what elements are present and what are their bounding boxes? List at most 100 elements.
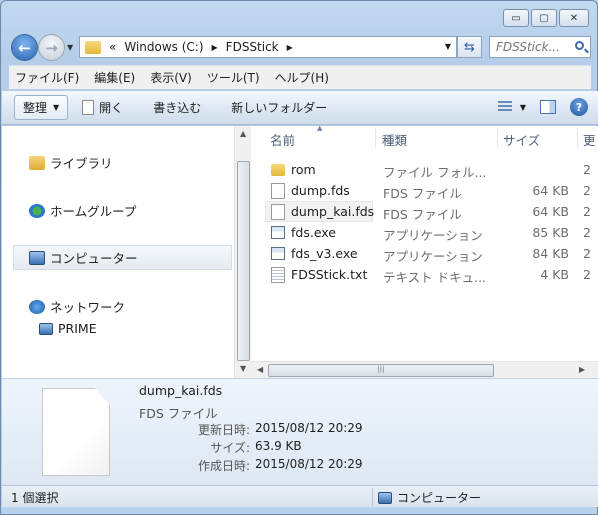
breadcrumb-chevron-icon[interactable]: ▶ — [212, 43, 218, 52]
details-pane: dump_kai.fds FDS ファイル 更新日時: 2015/08/12 2… — [2, 378, 598, 485]
file-date: 2 — [583, 246, 591, 261]
file-date: 2 — [583, 204, 591, 219]
detail-modified-label: 更新日時: — [197, 423, 250, 437]
views-icon — [497, 101, 512, 113]
table-row[interactable]: fds.exe アプリケーション 85 KB 2 — [265, 222, 598, 243]
breadcrumb-chevron-icon[interactable]: ▶ — [287, 43, 293, 52]
forward-button[interactable]: → — [38, 34, 65, 61]
scroll-up-icon[interactable]: ▲ — [240, 129, 246, 138]
nav-item-network[interactable]: ネットワーク — [29, 297, 125, 316]
scroll-thumb[interactable]: ||| — [268, 364, 494, 377]
scroll-down-icon[interactable]: ▼ — [240, 364, 246, 373]
search-input[interactable] — [496, 40, 572, 54]
back-button[interactable]: ← — [11, 34, 38, 61]
nav-label: ネットワーク — [50, 300, 126, 315]
library-icon — [29, 155, 45, 170]
breadcrumb-folder[interactable]: FDSStick — [226, 40, 279, 54]
file-name: FDSStick.txt — [291, 267, 368, 282]
file-name: dump_kai.fds — [291, 204, 375, 219]
document-icon — [82, 100, 95, 115]
folder-icon — [271, 164, 285, 176]
refresh-button[interactable]: ⇆ — [457, 36, 482, 58]
column-divider[interactable] — [577, 128, 578, 148]
column-header-name[interactable]: 名前 — [270, 126, 295, 152]
organize-button[interactable]: 整理 ▼ — [14, 95, 69, 120]
network-icon — [29, 299, 45, 314]
file-name: rom — [291, 162, 316, 177]
menu-view[interactable]: 表示(V) — [150, 69, 192, 86]
table-row[interactable]: dump_kai.fds FDS ファイル 64 KB 2 — [265, 201, 598, 222]
column-header-type[interactable]: 種類 — [382, 126, 407, 152]
scroll-right-icon[interactable]: ▶ — [579, 365, 585, 374]
computer-icon — [39, 322, 53, 335]
open-button[interactable]: 開く — [82, 99, 123, 116]
menu-bar: ファイル(F) 編集(E) 表示(V) ツール(T) ヘルプ(H) — [9, 65, 591, 89]
search-icon — [575, 41, 584, 50]
nav-label: ライブラリ — [50, 156, 113, 171]
back-arrow-icon: ← — [18, 38, 31, 57]
address-bar[interactable]: « Windows (C:) ▶ FDSStick ▶ ▼ — [79, 36, 457, 58]
text-file-icon — [271, 267, 285, 283]
breadcrumb-overflow[interactable]: « — [109, 40, 116, 54]
search-box[interactable] — [489, 36, 591, 58]
breadcrumb-drive[interactable]: Windows (C:) — [124, 40, 203, 54]
nav-label: コンピューター — [50, 251, 138, 266]
help-icon[interactable]: ? — [570, 98, 588, 116]
homegroup-icon — [29, 203, 45, 218]
detail-file-type: FDS ファイル — [139, 406, 218, 421]
file-name: fds.exe — [291, 225, 336, 240]
exe-icon — [271, 247, 285, 260]
table-row[interactable]: fds_v3.exe アプリケーション 84 KB 2 — [265, 243, 598, 264]
file-type: アプリケーション — [383, 228, 483, 243]
column-divider[interactable] — [497, 128, 498, 148]
detail-file-name: dump_kai.fds — [139, 383, 223, 398]
close-button[interactable]: ✕ — [559, 9, 589, 27]
refresh-icon: ⇆ — [464, 39, 475, 55]
scroll-thumb[interactable] — [237, 161, 250, 361]
status-location: コンピューター — [378, 489, 481, 506]
computer-icon — [29, 250, 45, 265]
selection-count: 1 個選択 — [11, 491, 59, 505]
navigation-pane: ライブラリ ホームグループ コンピューター ネットワーク PRIME — [2, 126, 234, 378]
detail-created-label: 作成日時: — [197, 459, 250, 473]
detail-modified-value[interactable]: 2015/08/12 20:29 — [255, 421, 363, 435]
new-folder-button[interactable]: 新しいフォルダー — [231, 99, 327, 116]
nav-item-prime[interactable]: PRIME — [39, 321, 97, 336]
address-dropdown[interactable]: ▼ — [445, 42, 451, 51]
chevron-down-icon: ▼ — [519, 102, 526, 112]
column-header-date[interactable]: 更 — [583, 126, 596, 152]
file-size: 64 KB — [532, 183, 569, 198]
detail-size-label: サイズ: — [210, 441, 250, 455]
file-hscrollbar[interactable]: ◀ ||| ▶ — [251, 361, 598, 378]
menu-file[interactable]: ファイル(F) — [15, 69, 79, 86]
exe-icon — [271, 226, 285, 239]
file-name: fds_v3.exe — [291, 246, 358, 261]
scroll-left-icon[interactable]: ◀ — [257, 365, 263, 374]
file-date: 2 — [583, 225, 591, 240]
change-view-button[interactable]: ▼ — [497, 101, 526, 113]
recent-pages-dropdown[interactable]: ▼ — [67, 43, 73, 52]
sort-ascending-icon: ▲ — [317, 126, 323, 132]
write-button[interactable]: 書き込む — [153, 99, 201, 116]
table-row[interactable]: dump.fds FDS ファイル 64 KB 2 — [265, 180, 598, 201]
menu-help[interactable]: ヘルプ(H) — [275, 69, 329, 86]
menu-tools[interactable]: ツール(T) — [207, 69, 260, 86]
nav-item-libraries[interactable]: ライブラリ — [29, 153, 113, 172]
nav-item-homegroup[interactable]: ホームグループ — [29, 201, 136, 220]
table-row[interactable]: FDSStick.txt テキスト ドキュ... 4 KB 2 — [265, 264, 598, 285]
preview-pane-icon[interactable] — [540, 100, 556, 114]
nav-label: ホームグループ — [50, 204, 137, 219]
file-icon — [271, 183, 285, 199]
menu-edit[interactable]: 編集(E) — [94, 69, 135, 86]
nav-scrollbar[interactable]: ▲ ▼ — [234, 126, 251, 378]
detail-created-value[interactable]: 2015/08/12 20:29 — [255, 457, 363, 471]
nav-item-computer[interactable]: コンピューター — [13, 245, 232, 270]
file-type: ファイル フォル... — [383, 165, 487, 180]
folder-icon — [85, 40, 101, 54]
table-row[interactable]: rom ファイル フォル... 2 — [265, 159, 598, 180]
column-header-size[interactable]: サイズ — [503, 126, 540, 152]
column-divider[interactable] — [375, 128, 376, 148]
maximize-button[interactable]: ▢ — [531, 9, 557, 27]
minimize-button[interactable]: ▭ — [503, 9, 529, 27]
nav-label: PRIME — [58, 321, 97, 336]
